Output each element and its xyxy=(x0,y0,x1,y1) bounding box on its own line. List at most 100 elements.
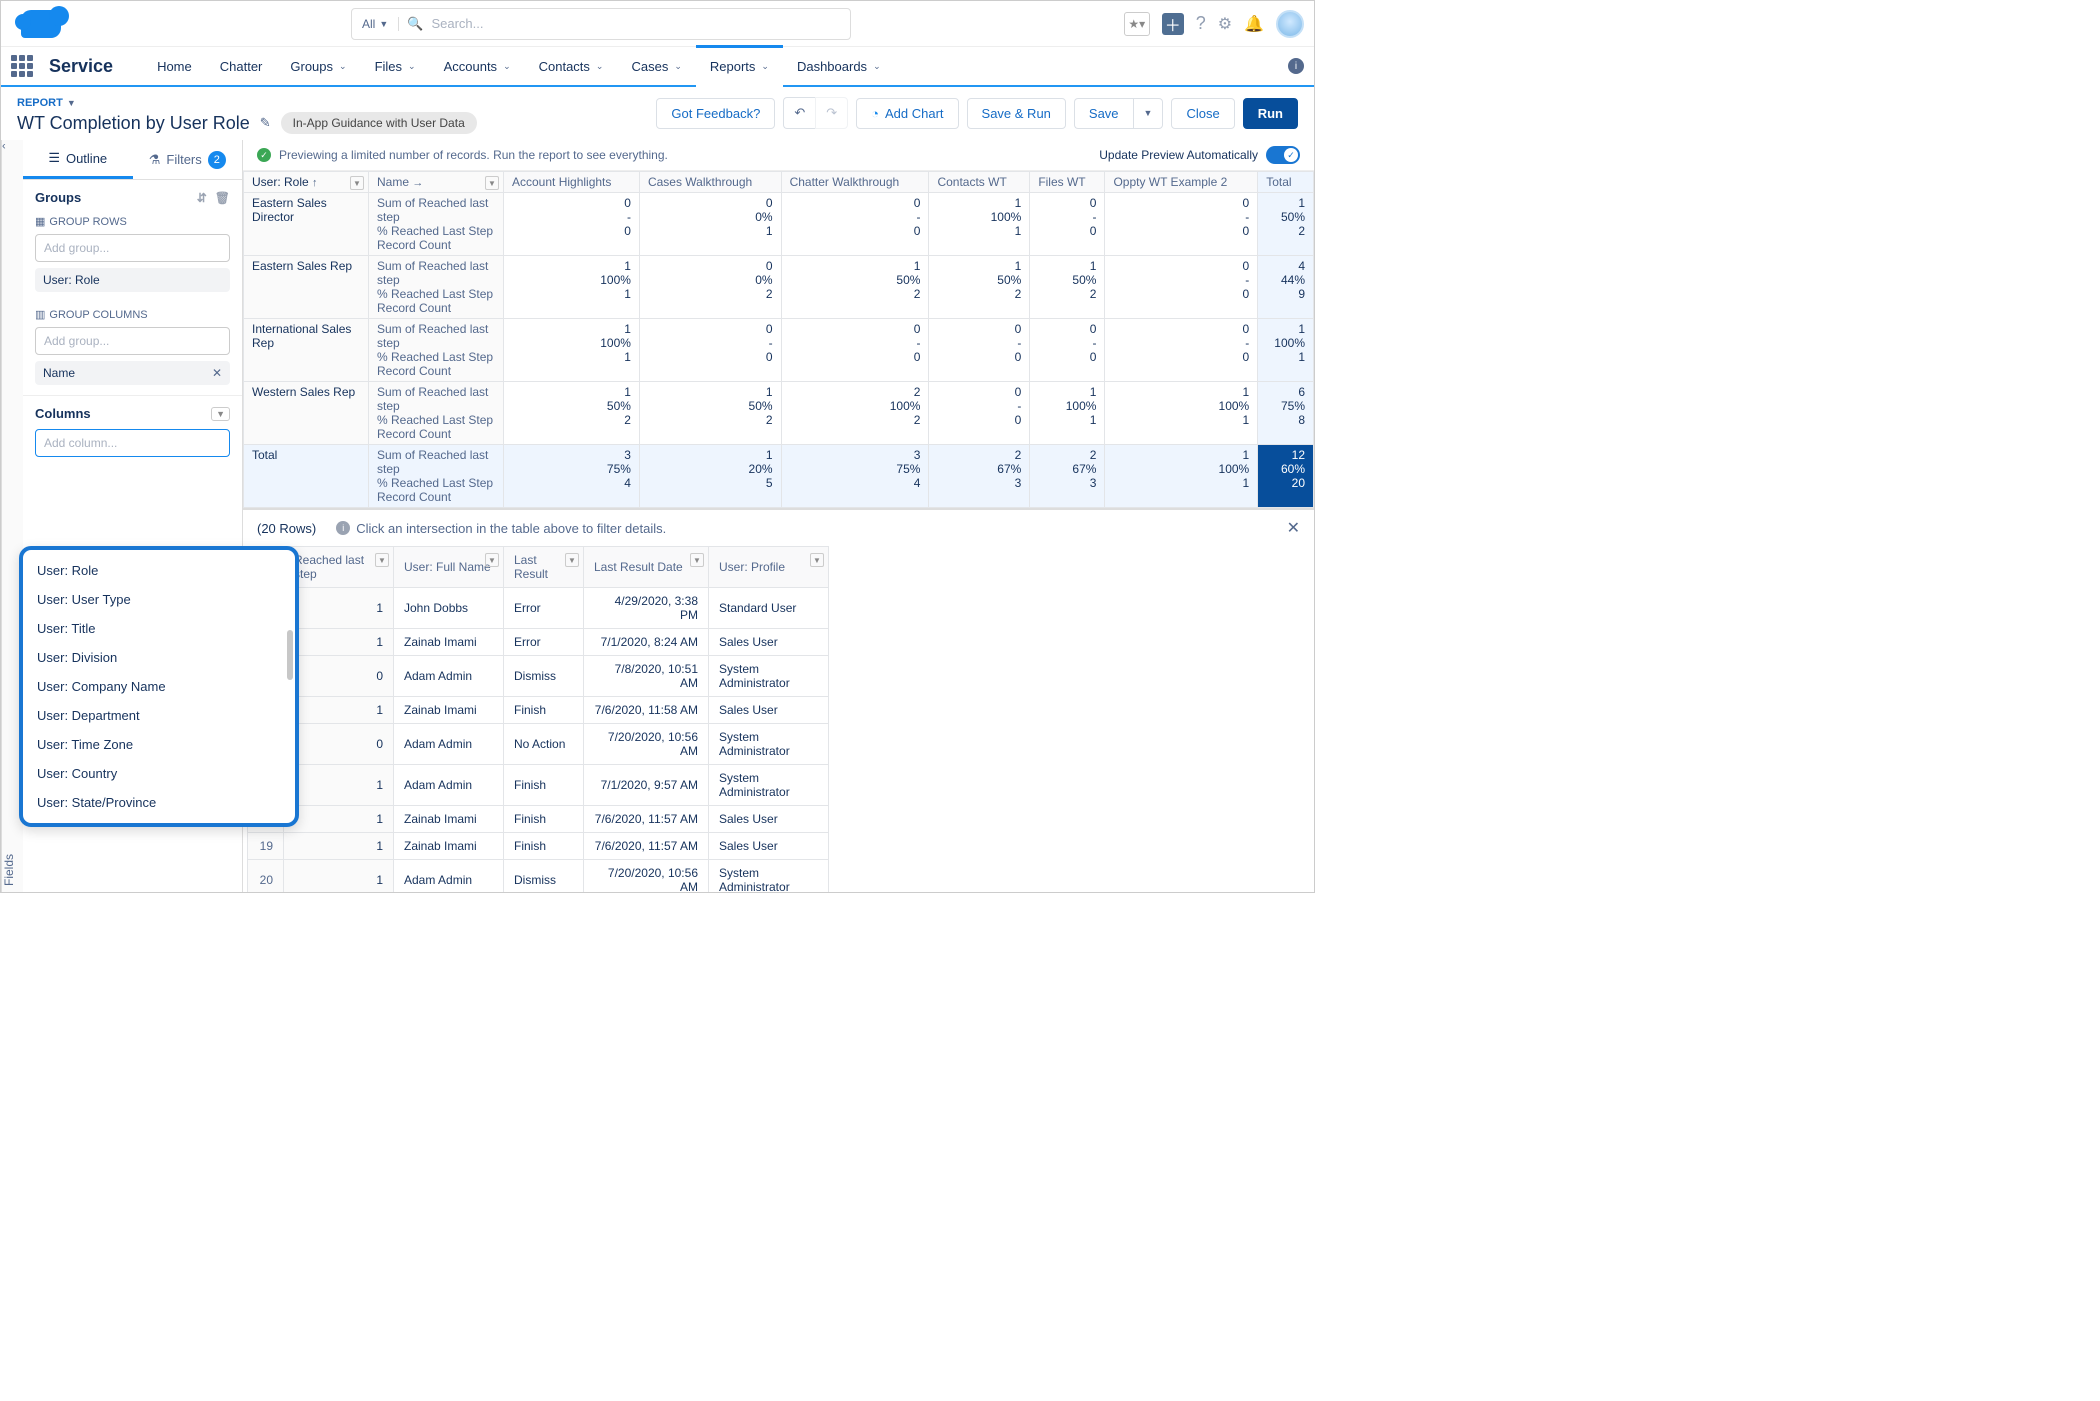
column-option[interactable]: User: Role xyxy=(23,556,295,585)
matrix-cell[interactable]: 0 - 0 xyxy=(1030,193,1105,256)
detail-col[interactable]: Last Result▼ xyxy=(504,547,584,588)
save-dropdown[interactable]: ▼ xyxy=(1133,98,1164,129)
detail-col[interactable]: User: Full Name▼ xyxy=(394,547,504,588)
detail-row[interactable]: 201Adam AdminDismiss7/20/2020, 10:56 AMS… xyxy=(248,860,829,893)
matrix-cell[interactable]: 0 - 0 xyxy=(1105,319,1258,382)
matrix-cell[interactable]: 1 100% 1 xyxy=(1030,382,1105,445)
detail-row[interactable]: 0Adam AdminDismiss7/8/2020, 10:51 AMSyst… xyxy=(248,656,829,697)
user-avatar[interactable] xyxy=(1276,10,1304,38)
help-icon[interactable]: ? xyxy=(1196,13,1206,34)
detail-col[interactable]: User: Profile▼ xyxy=(709,547,829,588)
favorites-button[interactable]: ★▾ xyxy=(1124,12,1150,36)
global-add-button[interactable]: ＋ xyxy=(1162,13,1184,35)
matrix-total-cell[interactable]: 3 75% 4 xyxy=(781,445,929,508)
matrix-col[interactable]: Oppty WT Example 2 xyxy=(1105,172,1258,193)
matrix-cell[interactable]: 1 50% 2 xyxy=(1030,256,1105,319)
matrix-cell[interactable]: 0 - 0 xyxy=(504,193,640,256)
nav-tab-dashboards[interactable]: Dashboards⌄ xyxy=(783,47,895,85)
column-option[interactable]: User: Division xyxy=(23,643,295,672)
remove-chip-icon[interactable]: ✕ xyxy=(212,366,222,380)
role-cell[interactable]: International Sales Rep xyxy=(244,319,369,382)
auto-preview-toggle[interactable] xyxy=(1266,146,1300,164)
role-cell[interactable]: Western Sales Rep xyxy=(244,382,369,445)
column-option[interactable]: User: Title xyxy=(23,614,295,643)
column-option[interactable]: User: Country xyxy=(23,759,295,788)
matrix-cell[interactable]: 0 - 0 xyxy=(1105,256,1258,319)
col-header-cell[interactable]: Name →▼ xyxy=(369,172,504,193)
col-menu-icon[interactable]: ▼ xyxy=(350,176,364,190)
col-group-chip[interactable]: Name✕ xyxy=(35,361,230,385)
swap-groups-icon[interactable]: ⇵ xyxy=(197,191,207,205)
close-details-icon[interactable]: ✕ xyxy=(1287,518,1300,538)
matrix-cell[interactable]: 0 - 0 xyxy=(929,382,1030,445)
matrix-col[interactable]: Contacts WT xyxy=(929,172,1030,193)
columns-menu-button[interactable]: ▼ xyxy=(211,407,230,421)
nav-tab-contacts[interactable]: Contacts⌄ xyxy=(525,47,618,85)
matrix-cell[interactable]: 1 50% 2 xyxy=(1258,193,1314,256)
redo-button[interactable]: ↷ xyxy=(815,97,848,129)
matrix-cell[interactable]: 1 100% 1 xyxy=(1105,382,1258,445)
matrix-cell[interactable]: 0 - 0 xyxy=(781,319,929,382)
matrix-total-cell[interactable]: 1 100% 1 xyxy=(1105,445,1258,508)
column-option[interactable]: User: Company Name xyxy=(23,672,295,701)
save-button[interactable]: Save xyxy=(1074,98,1133,129)
global-search[interactable]: All▼ 🔍 xyxy=(351,8,851,40)
matrix-cell[interactable]: 0 0% 1 xyxy=(639,193,781,256)
nav-tab-cases[interactable]: Cases⌄ xyxy=(617,47,695,85)
nav-tab-chatter[interactable]: Chatter xyxy=(206,47,277,85)
add-chart-button[interactable]: ◔Add Chart xyxy=(856,98,958,129)
detail-row[interactable]: 1Zainab ImamiFinish7/6/2020, 11:58 AMSal… xyxy=(248,697,829,724)
notifications-icon[interactable]: 🔔 xyxy=(1244,14,1264,34)
matrix-cell[interactable]: 0 0% 2 xyxy=(639,256,781,319)
nav-tab-groups[interactable]: Groups⌄ xyxy=(276,47,360,85)
nav-tab-home[interactable]: Home xyxy=(143,47,206,85)
report-type-label[interactable]: REPORT▼ xyxy=(17,97,477,109)
matrix-total-cell[interactable]: 2 67% 3 xyxy=(1030,445,1105,508)
matrix-col-total[interactable]: Total xyxy=(1258,172,1314,193)
matrix-col[interactable]: Files WT xyxy=(1030,172,1105,193)
filters-tab[interactable]: ⚗Filters2 xyxy=(133,140,243,179)
delete-groups-icon[interactable]: 🗑 xyxy=(215,191,230,205)
matrix-cell[interactable]: 1 50% 2 xyxy=(639,382,781,445)
matrix-cell[interactable]: 2 100% 2 xyxy=(781,382,929,445)
detail-col[interactable]: Reached last step▼ xyxy=(284,547,394,588)
row-header-cell[interactable]: User: Role ↑▼ xyxy=(244,172,369,193)
matrix-cell[interactable]: 1 50% 2 xyxy=(929,256,1030,319)
nav-tab-accounts[interactable]: Accounts⌄ xyxy=(430,47,525,85)
add-column-input[interactable] xyxy=(35,429,230,457)
role-cell[interactable]: Eastern Sales Director xyxy=(244,193,369,256)
run-button[interactable]: Run xyxy=(1243,98,1298,129)
matrix-col[interactable]: Account Highlights xyxy=(504,172,640,193)
detail-row[interactable]: 181Zainab ImamiFinish7/6/2020, 11:57 AMS… xyxy=(248,806,829,833)
column-option[interactable]: User: Department xyxy=(23,701,295,730)
add-row-group-input[interactable] xyxy=(35,234,230,262)
outline-tab[interactable]: ☰Outline xyxy=(23,140,133,179)
detail-row[interactable]: 191Zainab ImamiFinish7/6/2020, 11:57 AMS… xyxy=(248,833,829,860)
matrix-total-cell[interactable]: 2 67% 3 xyxy=(929,445,1030,508)
undo-button[interactable]: ↶ xyxy=(783,97,815,129)
matrix-cell[interactable]: 1 50% 2 xyxy=(504,382,640,445)
app-launcher-icon[interactable] xyxy=(11,55,35,77)
save-run-button[interactable]: Save & Run xyxy=(967,98,1066,129)
matrix-cell[interactable]: 0 - 0 xyxy=(781,193,929,256)
matrix-cell[interactable]: 0 - 0 xyxy=(929,319,1030,382)
column-option[interactable]: User: User Type xyxy=(23,585,295,614)
matrix-total-cell[interactable]: 12 60% 20 xyxy=(1258,445,1314,508)
close-button[interactable]: Close xyxy=(1171,98,1234,129)
detail-row[interactable]: 1John DobbsError4/29/2020, 3:38 PMStanda… xyxy=(248,588,829,629)
matrix-col[interactable]: Cases Walkthrough xyxy=(639,172,781,193)
search-input[interactable] xyxy=(423,16,850,31)
add-col-group-input[interactable] xyxy=(35,327,230,355)
matrix-cell[interactable]: 0 - 0 xyxy=(1105,193,1258,256)
matrix-cell[interactable]: 4 44% 9 xyxy=(1258,256,1314,319)
nav-tab-reports[interactable]: Reports⌄ xyxy=(696,47,783,85)
column-option[interactable]: User: Time Zone xyxy=(23,730,295,759)
setup-gear-icon[interactable]: ⚙ xyxy=(1218,14,1232,34)
matrix-cell[interactable]: 1 50% 2 xyxy=(781,256,929,319)
matrix-col[interactable]: Chatter Walkthrough xyxy=(781,172,929,193)
matrix-cell[interactable]: 0 - 0 xyxy=(639,319,781,382)
matrix-cell[interactable]: 1 100% 1 xyxy=(504,256,640,319)
matrix-cell[interactable]: 6 75% 8 xyxy=(1258,382,1314,445)
matrix-cell[interactable]: 1 100% 1 xyxy=(504,319,640,382)
detail-col[interactable]: Last Result Date▼ xyxy=(584,547,709,588)
